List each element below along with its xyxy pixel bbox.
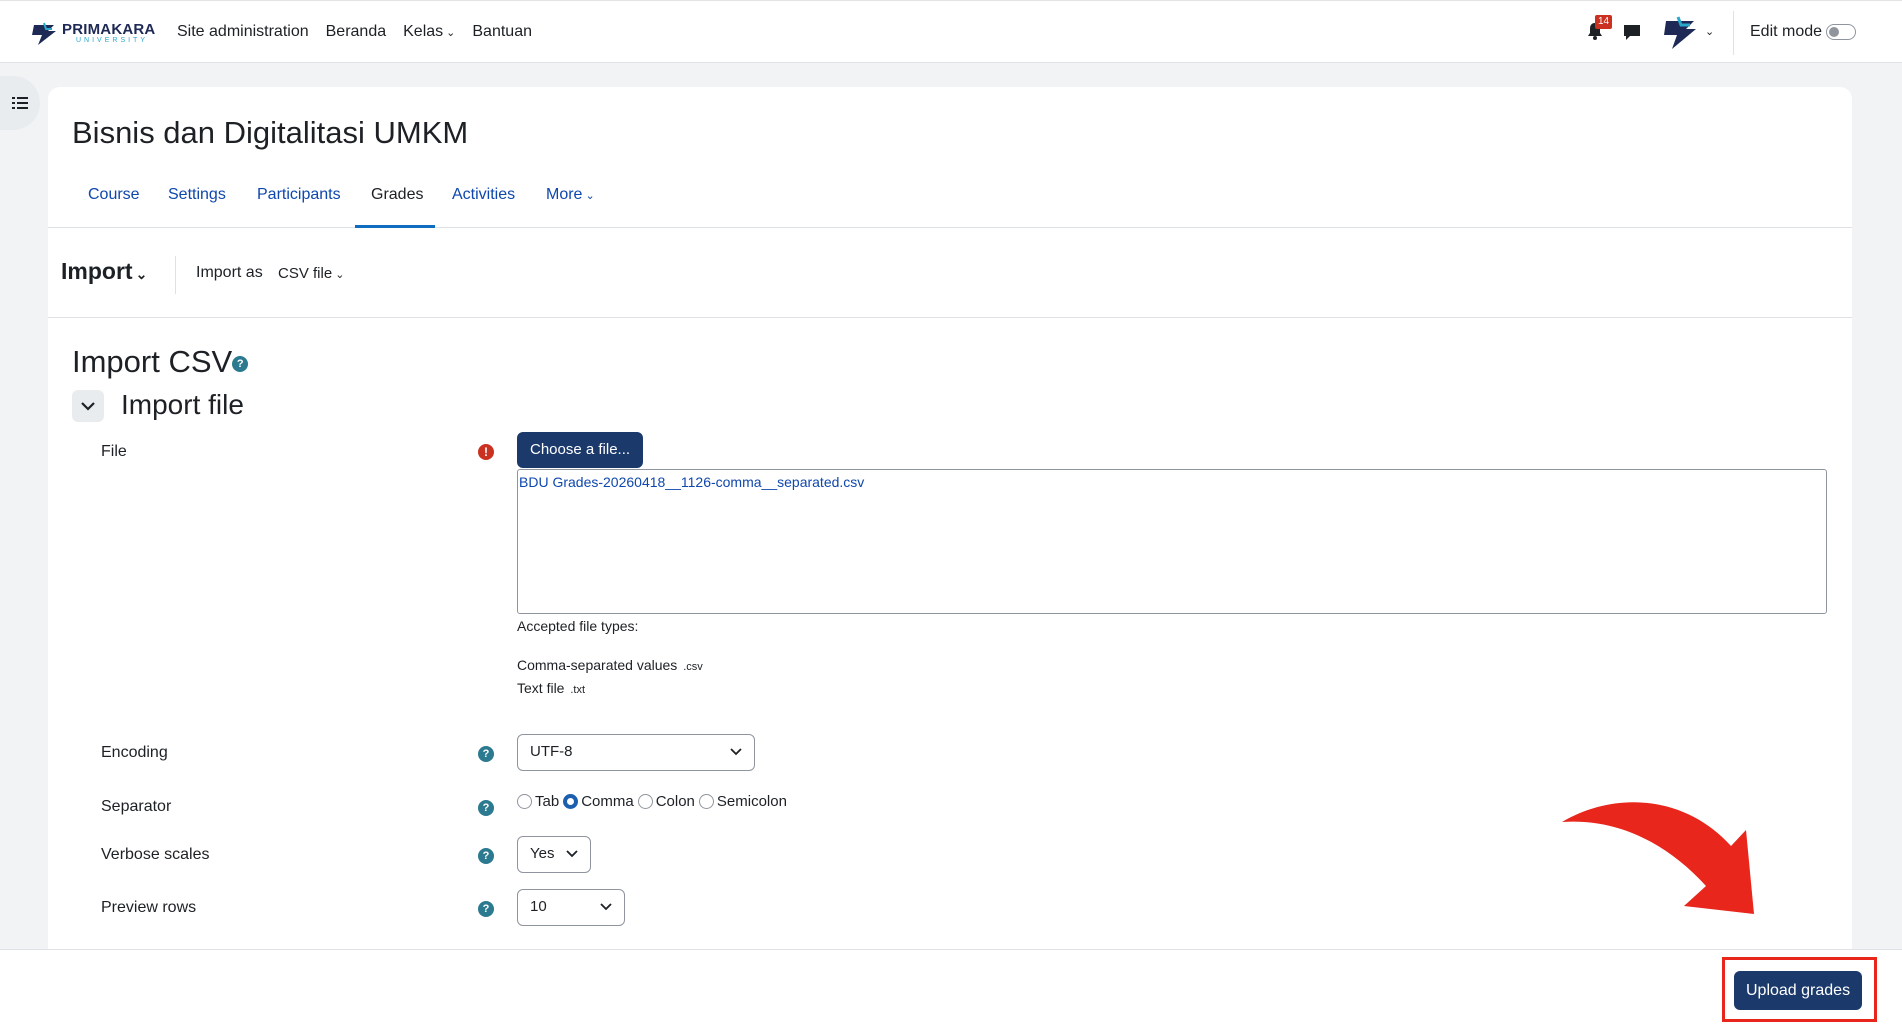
notification-count-badge: 14 [1595,15,1613,29]
chevron-down-icon: ⌄ [335,269,345,281]
secondary-navigation: Course Settings Participants Grades Acti… [48,157,1852,228]
tab-participants[interactable]: Participants [257,186,341,204]
separator-option-label: Comma [581,793,634,810]
tab-more[interactable]: More ⌄ [546,186,595,204]
import-dropdown[interactable]: Import ⌄ [61,258,147,285]
help-icon[interactable]: ? [478,900,494,918]
import-as-label: Import as [196,264,263,281]
separator-option-label: Semicolon [716,793,787,810]
required-icon: ! [478,443,494,461]
separator-tab-radio[interactable] [517,794,532,809]
verbose-scales-value: Yes [530,845,555,862]
primakara-logo-icon [32,22,56,45]
tab-more-label: More [546,186,583,203]
tab-activities[interactable]: Activities [452,186,515,204]
edit-mode-label: Edit mode [1750,23,1823,40]
chevron-down-icon [566,850,578,858]
import-file-heading: Import file [121,389,244,420]
preview-rows-value: 10 [530,898,547,915]
separator-semicolon-radio[interactable] [698,794,714,809]
collapse-section-button[interactable] [72,390,104,422]
chevron-down-icon [600,903,612,911]
chevron-down-icon [730,748,742,756]
separator-radio-group: Tab Comma Colon Semicolon [517,793,791,810]
accepted-type-txt: Text file .txt [517,680,585,696]
nav-bantuan[interactable]: Bantuan [472,23,532,41]
nav-site-administration[interactable]: Site administration [177,23,309,41]
sticky-footer [0,949,1902,1028]
tab-grades[interactable]: Grades [371,186,423,204]
tab-course[interactable]: Course [88,186,140,204]
primary-nav: Site administration Beranda Kelas ⌄ Bantu… [177,23,532,41]
page-title: Bisnis dan Digitalitasi UMKM [72,115,469,150]
encoding-select[interactable]: UTF-8 [517,734,755,771]
preview-rows-select[interactable]: 10 [517,889,625,926]
user-avatar-icon[interactable] [1660,13,1700,51]
separator-colon-radio[interactable] [637,794,653,809]
chevron-down-icon: ⌄ [585,190,595,202]
nav-kelas-label: Kelas [403,23,444,40]
preview-rows-label: Preview rows [101,899,197,916]
tab-settings[interactable]: Settings [168,186,226,204]
accepted-type-name: Comma-separated values [517,657,678,673]
user-menu-chevron-icon[interactable]: ⌄ [1705,25,1714,38]
annotation-arrow-icon [1562,802,1754,914]
import-format-dropdown[interactable]: CSV file ⌄ [278,265,344,282]
import-format-value: CSV file [278,265,333,282]
logo-text: PRIMAKARA [62,21,156,38]
message-icon[interactable] [1622,22,1642,42]
separator-comma-radio[interactable] [563,794,579,809]
file-drop-area[interactable]: BDU Grades-20260418__1126-comma__separat… [517,469,1827,614]
verbose-scales-label: Verbose scales [101,846,210,863]
import-csv-heading: Import CSV [72,344,233,379]
list-icon [12,97,28,109]
choose-file-button[interactable]: Choose a file... [517,432,644,468]
help-icon[interactable]: ? [478,847,494,865]
chevron-down-icon: ⌄ [135,266,148,282]
logo-subtext: UNIVERSITY [76,37,149,44]
edit-mode-toggle[interactable] [1826,24,1856,40]
help-icon[interactable]: ? [478,799,494,817]
upload-grades-button[interactable]: Upload grades [1734,971,1863,1010]
help-icon[interactable]: ? [232,355,249,372]
chevron-down-icon: ⌄ [446,27,456,39]
accepted-type-csv: Comma-separated values .csv [517,657,703,673]
nav-beranda[interactable]: Beranda [326,23,387,41]
separator-label: Separator [101,798,172,815]
import-dropdown-label: Import [61,258,133,284]
navbar-divider [1733,11,1734,55]
accepted-types-heading: Accepted file types: [517,618,639,634]
tertiary-divider [175,256,176,294]
separator-option-label: Colon [655,793,695,810]
help-icon[interactable]: ? [478,745,494,763]
course-index-drawer-button[interactable] [0,76,40,130]
chevron-down-icon [81,402,95,411]
accepted-type-name: Text file [517,680,565,696]
selected-file-link[interactable]: BDU Grades-20260418__1126-comma__separat… [519,474,864,490]
site-logo[interactable]: PRIMAKARA UNIVERSITY [30,19,155,47]
nav-kelas[interactable]: Kelas ⌄ [403,23,455,41]
tertiary-navigation: Import ⌄ Import as CSV file ⌄ [48,228,1852,318]
encoding-label: Encoding [101,744,168,761]
separator-option-label: Tab [535,793,560,810]
highlight-box: Upload grades [1722,957,1877,1022]
accepted-type-ext: .csv [683,661,703,673]
encoding-value: UTF-8 [530,743,573,760]
file-label: File [101,443,127,460]
accepted-type-ext: .txt [570,684,586,696]
top-navbar: PRIMAKARA UNIVERSITY Site administration… [0,0,1902,63]
verbose-scales-select[interactable]: Yes [517,836,591,873]
section-heading: Import CSV? [72,344,249,380]
